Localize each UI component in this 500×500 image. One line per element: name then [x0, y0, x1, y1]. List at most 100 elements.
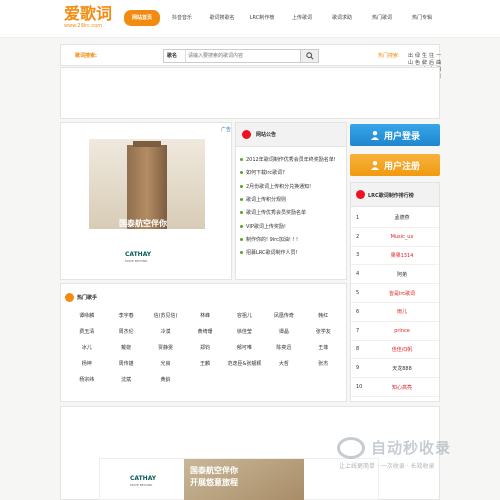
notice-item[interactable]: 制作你的! 9lrc加油! ! !	[240, 233, 346, 246]
singer-link[interactable]: 徐佳莹	[225, 328, 264, 335]
singer-link[interactable]: 黄绮珊	[185, 328, 224, 335]
nav-upload-lyrics[interactable]: 上传歌词	[282, 10, 322, 26]
nav-lyrics-search[interactable]: 歌词搜歌名	[202, 10, 242, 26]
rank-row[interactable]: 2 Music_ux	[351, 228, 439, 247]
singer-link[interactable]: 陈奕迅	[264, 344, 303, 351]
rank-row[interactable]: 3 果果1314	[351, 247, 439, 266]
cathay-slogan: MOVE BEYOND	[125, 259, 148, 263]
search-input[interactable]	[188, 51, 300, 61]
singer-link[interactable]: 杨宗纬	[67, 376, 106, 383]
singer-link[interactable]: 谭晶	[264, 328, 303, 335]
singer-link[interactable]: 郁可唯	[225, 344, 264, 351]
site-logo[interactable]: 爱歌词 www.29lrc.com	[64, 5, 114, 33]
bottom-ad-line-2: 开展悠意旅程	[190, 478, 238, 487]
bullet-icon	[240, 171, 243, 175]
singer-link[interactable]: 戴娆	[106, 344, 145, 351]
rank-user-name[interactable]: 孟德燕	[365, 214, 439, 221]
bullet-icon	[240, 237, 243, 241]
rank-row[interactable]: 6 雨儿	[351, 303, 439, 322]
nav-hot-lyrics[interactable]: 热门歌词	[362, 10, 402, 26]
nav-douyin-music[interactable]: 抖音音乐	[162, 10, 202, 26]
singer-link[interactable]: 费玉清	[67, 328, 106, 335]
cathay-ad-image[interactable]: 国泰航空伴你 开展悠意旅程 CATHAY MOVE BEYOND	[89, 139, 205, 275]
singer-link[interactable]: 张学友	[304, 328, 343, 335]
nav-lyrics-help[interactable]: 歌词求助	[322, 10, 362, 26]
notice-item[interactable]: VIP歌词上传奖励!	[240, 219, 346, 232]
notice-item[interactable]: 2012年歌词制作优秀会员年终奖励名单!	[240, 153, 346, 166]
singer-link[interactable]: 郑钧	[185, 344, 224, 351]
singer-link[interactable]: 王麟	[185, 360, 224, 367]
singer-link[interactable]: 谭咏麟	[67, 312, 106, 319]
singer-link[interactable]: 容祖儿	[225, 312, 264, 319]
nav-home[interactable]: 网站首页	[124, 10, 160, 26]
bottom-ad-line-1: 国泰航空伴你	[190, 466, 238, 475]
ad-line-1: 国泰航空伴你	[119, 219, 167, 228]
rank-user-name[interactable]: 果果1314	[365, 252, 439, 259]
bullet-icon	[240, 184, 243, 188]
notice-item[interactable]: 招募LRC歌词制作人员!	[240, 246, 346, 259]
rank-user-name[interactable]: prince	[365, 328, 439, 334]
left-ad-panel: 广告 国泰航空伴你 开展悠意旅程 CATHAY MOVE BEYOND	[60, 122, 232, 280]
search-button[interactable]	[300, 50, 318, 62]
rank-user-name[interactable]: 佳佳/Q帆	[365, 346, 439, 353]
rank-number: 5	[356, 290, 360, 297]
rank-number: 6	[356, 308, 360, 315]
singer-link[interactable]: 周传雄	[106, 360, 145, 367]
notice-item[interactable]: 歌词上传积分规则	[240, 193, 346, 206]
ad-badge[interactable]: 广告	[221, 126, 231, 133]
singer-link[interactable]: 杨坤	[67, 360, 106, 367]
rank-row[interactable]: 9 天龙888	[351, 359, 439, 379]
search-type-select[interactable]: 歌名	[164, 50, 186, 62]
watermark-sub: 让上线更简单 · 一次收录 · 长效收录	[339, 463, 435, 470]
rank-row[interactable]: 8 佳佳/Q帆	[351, 341, 439, 360]
ad-line-2: 开展悠意旅程	[119, 230, 167, 239]
notice-item[interactable]: 如何下载lrc歌词?	[240, 166, 346, 179]
rank-user-name[interactable]: Music_ux	[365, 234, 439, 240]
register-button[interactable]: 用户注册	[350, 154, 440, 176]
rank-user-name[interactable]: 皆是lrc歌词	[365, 290, 439, 297]
singer-link[interactable]: 张杰	[304, 360, 343, 367]
bullet-icon	[240, 211, 243, 215]
singer-link[interactable]: 光良	[146, 360, 185, 367]
nav-lrc-rank[interactable]: LRC制作榜	[242, 10, 282, 26]
bullet-icon	[240, 251, 243, 255]
singer-link[interactable]: 凤凰传奇	[264, 312, 303, 319]
singer-link[interactable]: 黄龄	[146, 376, 185, 383]
bullet-icon	[240, 224, 243, 228]
singer-link[interactable]: 范逸臣&张靓颖	[225, 360, 264, 367]
singer-link[interactable]: 冷漠	[146, 328, 185, 335]
cathay-logo: CATHAY	[130, 475, 157, 482]
rank-row[interactable]: 7 prince	[351, 322, 439, 341]
rank-user-name[interactable]: 天龙888	[365, 365, 439, 372]
rank-row[interactable]: 4 阿弟	[351, 265, 439, 285]
singer-link[interactable]: 大哲	[264, 360, 303, 367]
singer-grid: 谭咏麟 李宇春 信(苏见信) 林峰 容祖儿 凤凰传奇 韩红 费玉清 周杰伦 冷漠 黄绮珊 徐佳莹 谭晶张…	[67, 312, 343, 383]
rank-user-name[interactable]: 雨儿	[365, 308, 439, 315]
notice-icon	[242, 130, 251, 139]
singer-link[interactable]: 周杰伦	[106, 328, 145, 335]
rank-row[interactable]: 1 孟德燕	[351, 209, 439, 228]
login-button[interactable]: 用户登录	[350, 124, 440, 146]
singer-link[interactable]: 信(苏见信)	[146, 312, 185, 319]
singer-link[interactable]: 沈斌	[106, 376, 145, 383]
singers-title: 热门歌手	[77, 294, 98, 301]
rank-row[interactable]: 10 知心高亮	[351, 378, 439, 397]
hot-search-label: 热门搜索:	[378, 53, 400, 59]
rank-number: 10	[356, 384, 363, 391]
nav-hot-albums[interactable]: 热门专辑	[402, 10, 442, 26]
logo-title: 爱歌词	[64, 4, 113, 23]
notice-list: 2012年歌词制作优秀会员年终奖励名单! 如何下载lrc歌词? 2月份歌词上传积…	[240, 153, 346, 259]
notice-item[interactable]: 2月份歌词上传积分兑换通知!	[240, 180, 346, 193]
singer-link[interactable]: 王菲	[304, 344, 343, 351]
rank-user-name[interactable]: 阿弟	[365, 271, 439, 278]
rank-user-name[interactable]: 知心高亮	[365, 384, 439, 391]
singer-link[interactable]: 李宇春	[106, 312, 145, 319]
singer-link[interactable]: 冰儿	[67, 344, 106, 351]
singer-link[interactable]: 韩红	[304, 312, 343, 319]
rank-number: 2	[356, 233, 360, 240]
rank-row[interactable]: 5 皆是lrc歌词	[351, 284, 439, 303]
singer-link[interactable]: 贾静雯	[146, 344, 185, 351]
notice-item[interactable]: 歌词上传优秀会员奖励名单	[240, 206, 346, 219]
watermark: 自动秒收录 让上线更简单 · 一次收录 · 长效收录	[333, 437, 493, 477]
singer-link[interactable]: 林峰	[185, 312, 224, 319]
